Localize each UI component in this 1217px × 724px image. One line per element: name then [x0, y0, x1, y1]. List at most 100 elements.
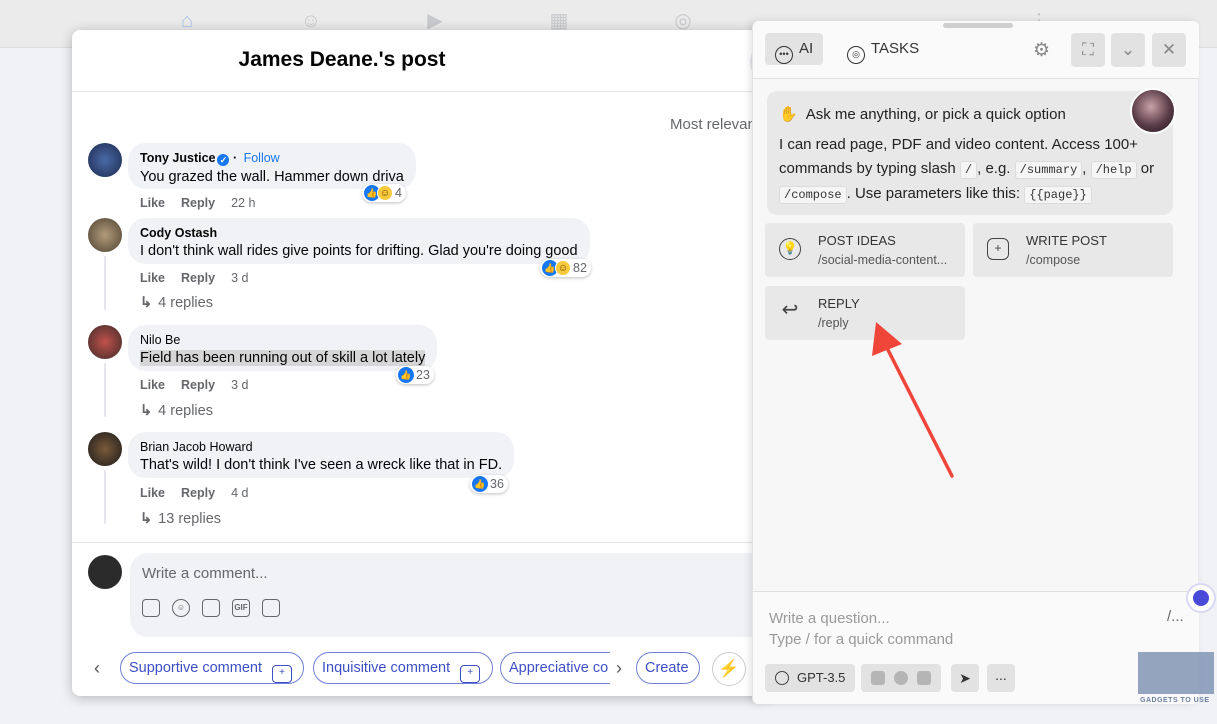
expand-icon[interactable]: ⛶	[1071, 33, 1105, 67]
home-icon[interactable]: ⌂	[174, 10, 200, 32]
comment-timestamp[interactable]: 3 d	[231, 378, 248, 392]
reply-link[interactable]: Reply	[181, 378, 215, 392]
page-context-icon[interactable]	[871, 671, 886, 685]
code-summary[interactable]: /summary	[1014, 161, 1083, 179]
commenter-name[interactable]: Cody Ostash	[140, 226, 578, 240]
marketplace-icon[interactable]: ▦	[546, 10, 572, 32]
chevron-left-icon[interactable]: ‹	[94, 658, 100, 679]
view-replies-link[interactable]: ↳ 4 replies	[140, 403, 213, 419]
like-link[interactable]: Like	[140, 271, 165, 285]
assistant-bot-icon[interactable]	[1186, 583, 1216, 613]
reaction-summary[interactable]: 👍 36	[470, 475, 508, 493]
comment-timestamp[interactable]: 22 h	[231, 196, 255, 210]
avatar[interactable]	[88, 143, 122, 177]
comment-text: That's wild! I don't think I've seen a w…	[140, 457, 503, 473]
post-title: James Deane.'s post	[238, 48, 446, 71]
chevron-right-icon[interactable]: ›	[616, 658, 622, 679]
view-replies-link[interactable]: ↳ 4 replies	[140, 295, 213, 311]
watch-icon[interactable]: ▶	[422, 10, 448, 32]
ai-input-area[interactable]: Write a question... Type / for a quick c…	[753, 591, 1199, 704]
comment-input[interactable]: Write a comment... ☺ GIF	[130, 553, 770, 637]
commenter-name[interactable]: Nilo Be	[140, 333, 425, 347]
pointer-icon[interactable]: ➤	[951, 664, 979, 692]
emoji-icon[interactable]: ☺	[172, 599, 190, 617]
avatar[interactable]	[88, 325, 122, 359]
code-help[interactable]: /help	[1090, 161, 1137, 179]
reply-link[interactable]: Reply	[181, 486, 215, 500]
ai-welcome-message: ✋ Ask me anything, or pick a quick option…	[767, 91, 1173, 215]
avatar[interactable]	[88, 218, 122, 252]
comment-actions: Like Reply 3 d	[140, 271, 264, 285]
camera-icon[interactable]	[202, 599, 220, 617]
lightning-icon[interactable]: ⚡	[712, 652, 746, 686]
ai-quick-actions-bar: ‹ Supportive comment + Inquisitive commen…	[72, 644, 772, 694]
avatar[interactable]	[88, 432, 122, 466]
option-command: /reply	[818, 316, 849, 330]
follow-link[interactable]: Follow	[244, 151, 280, 165]
slash-command-button[interactable]: /...	[1167, 608, 1184, 625]
write-post-option[interactable]: + WRITE POST /compose	[973, 223, 1173, 277]
ai-intro-text: I can read page, PDF and video content. …	[779, 136, 1155, 204]
tab-tasks[interactable]: ◎ TASKS	[837, 33, 929, 65]
web-search-icon[interactable]	[893, 671, 908, 685]
comment-bubble: Nilo Be Field has been running out of sk…	[128, 325, 438, 371]
drag-handle[interactable]	[943, 23, 1013, 28]
commenter-name[interactable]: Brian Jacob Howard	[140, 440, 502, 454]
user-avatar[interactable]	[88, 555, 122, 589]
ai-avatar	[1130, 88, 1176, 134]
sticker-icon[interactable]	[262, 599, 280, 617]
comment-timestamp[interactable]: 3 d	[231, 271, 248, 285]
composer-tools: ☺ GIF	[142, 599, 280, 617]
close-icon[interactable]: ✕	[1152, 33, 1186, 67]
watermark-logo	[1138, 652, 1214, 694]
avatar-sticker-icon[interactable]	[142, 599, 160, 617]
tab-ai[interactable]: ••• AI	[765, 33, 824, 65]
watermark-text: GADGETS TO USE	[1140, 697, 1210, 704]
target-icon: ◎	[847, 46, 865, 64]
comment-actions: Like Reply 3 d	[140, 378, 264, 392]
haha-reaction-icon: ☺	[377, 185, 393, 201]
reaction-count: 36	[490, 477, 504, 491]
reply-option[interactable]: ↩ REPLY /reply	[765, 286, 965, 340]
post-ideas-option[interactable]: 💡 POST IDEAS /social-media-content...	[765, 223, 965, 277]
gear-icon[interactable]: ⚙	[1033, 39, 1050, 62]
gaming-icon[interactable]: ◎	[670, 10, 696, 32]
replies-count: 4 replies	[158, 403, 213, 419]
book-icon[interactable]	[916, 671, 931, 685]
create-pill[interactable]: Create	[636, 652, 700, 684]
chevron-down-icon[interactable]: ⌄	[1111, 33, 1145, 67]
comment-sort-dropdown[interactable]: Most relevant	[670, 116, 760, 133]
like-link[interactable]: Like	[140, 486, 165, 500]
reply-link[interactable]: Reply	[181, 271, 215, 285]
model-selector[interactable]: GPT-3.5	[765, 664, 856, 692]
like-link[interactable]: Like	[140, 378, 165, 392]
gif-icon[interactable]: GIF	[232, 599, 250, 617]
friends-icon[interactable]: ☺	[298, 10, 324, 32]
reply-link[interactable]: Reply	[181, 196, 215, 210]
post-modal: James Deane.'s post Most relevant Tony J…	[72, 30, 772, 696]
verified-badge-icon: ✓	[217, 154, 230, 166]
inquisitive-comment-pill[interactable]: Inquisitive comment +	[313, 652, 493, 684]
appreciative-comment-pill[interactable]: Appreciative co	[500, 652, 610, 684]
view-replies-link[interactable]: ↳ 13 replies	[140, 511, 221, 527]
post-header: James Deane.'s post	[72, 30, 772, 92]
reply-thread-line	[104, 470, 106, 524]
reaction-summary[interactable]: 👍 ☺ 82	[540, 259, 591, 277]
add-comment-icon: +	[987, 238, 1009, 260]
reaction-summary[interactable]: 👍 23	[396, 366, 434, 384]
option-title: WRITE POST	[1026, 233, 1107, 248]
comment-actions: Like Reply 22 h	[140, 196, 271, 210]
lightbulb-icon: 💡	[779, 238, 801, 260]
replies-count: 4 replies	[158, 295, 213, 311]
like-link[interactable]: Like	[140, 196, 165, 210]
more-button[interactable]: ...	[987, 664, 1015, 692]
option-command: /social-media-content...	[818, 253, 948, 267]
comment-text: I don't think wall rides give points for…	[140, 243, 578, 259]
comment-input-placeholder: Write a comment...	[142, 565, 268, 582]
supportive-comment-pill[interactable]: Supportive comment +	[120, 652, 304, 684]
code-compose[interactable]: /compose	[779, 186, 847, 204]
commenter-name[interactable]: Tony Justice	[140, 151, 215, 165]
code-page-param: {{page}}	[1024, 186, 1092, 204]
comment-timestamp[interactable]: 4 d	[231, 486, 248, 500]
reaction-summary[interactable]: 👍 ☺ 4	[362, 184, 406, 202]
